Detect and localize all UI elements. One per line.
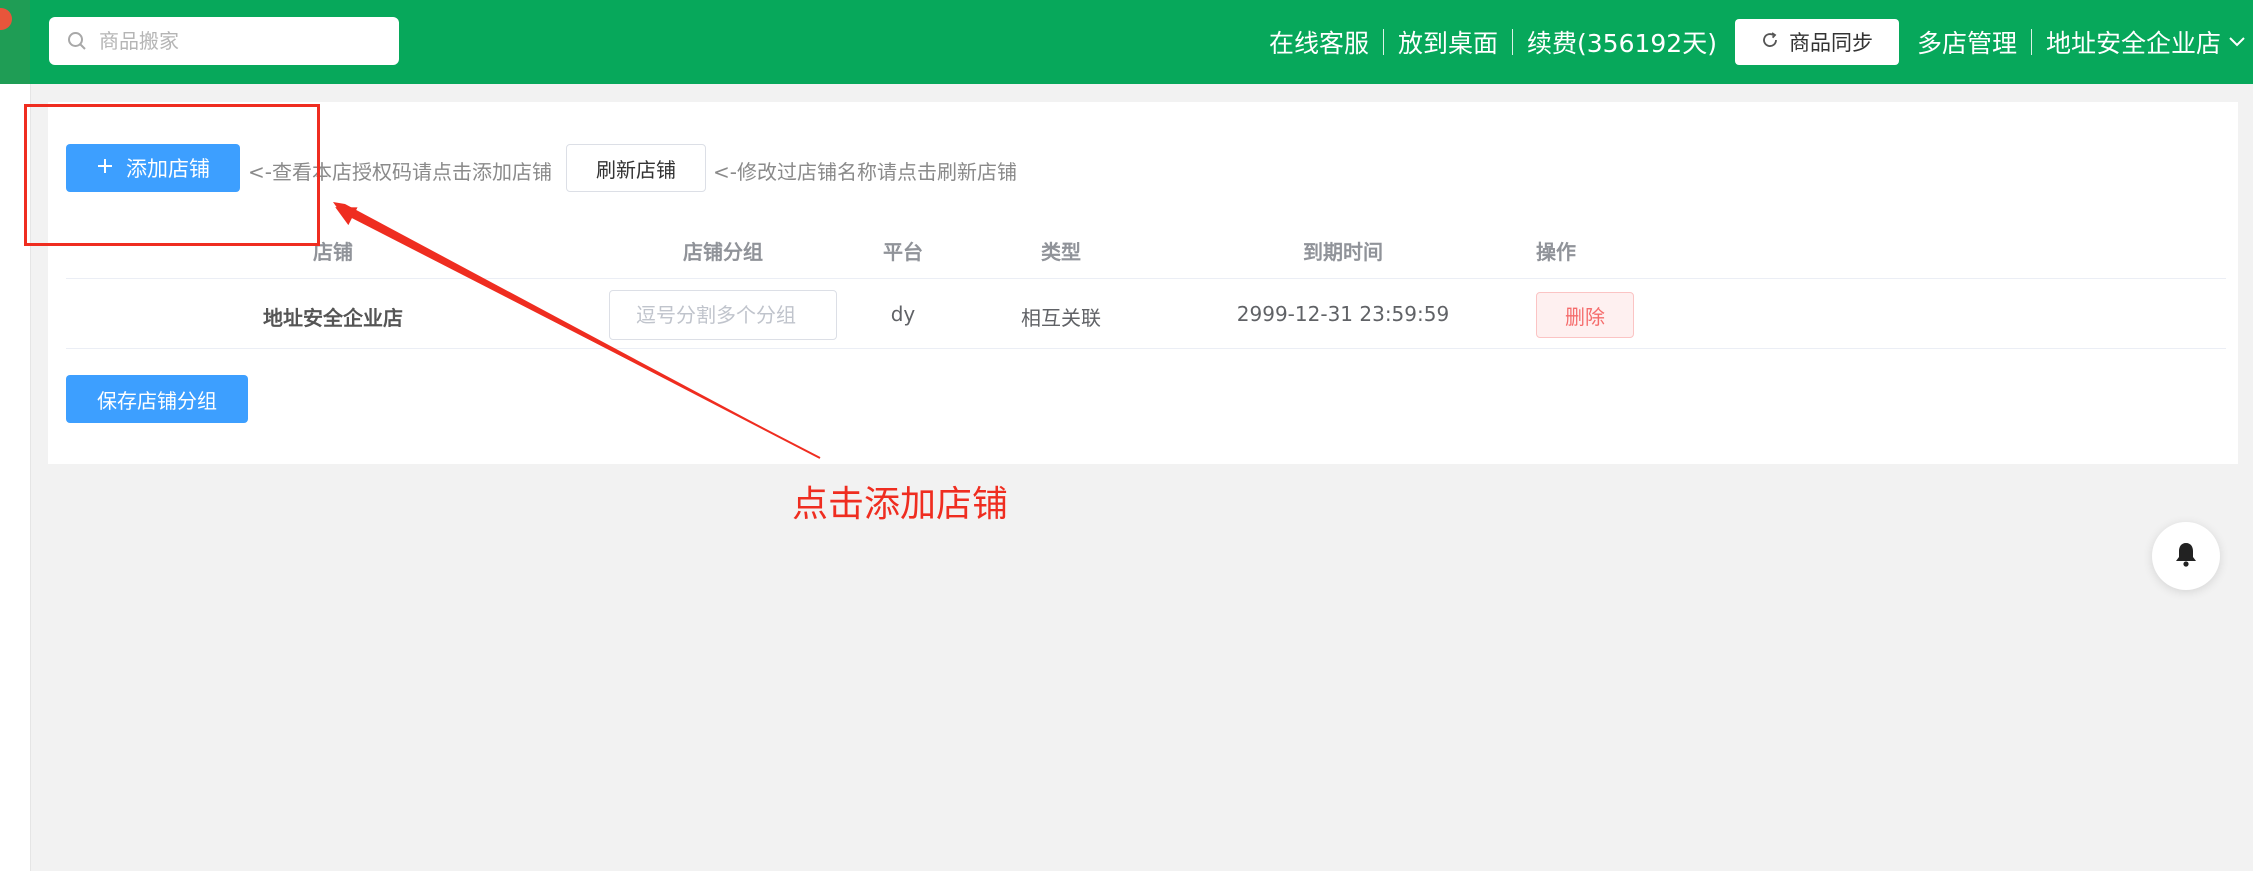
delete-button[interactable]: 删除 (1536, 292, 1634, 338)
renew-link[interactable]: 续费(356192天) (1527, 24, 1717, 60)
column-header-group: 店铺分组 (683, 240, 763, 264)
top-header: 在线客服 放到桌面 续费(356192天) 商品同步 多店管理 地址安全企业店 (30, 0, 2253, 84)
search-box[interactable] (49, 17, 399, 65)
bell-icon (2174, 541, 2198, 571)
refresh-icon (1761, 30, 1779, 54)
store-group-input[interactable] (609, 290, 837, 340)
expiry-cell: 2999-12-31 23:59:59 (1236, 302, 1450, 326)
multi-store-link[interactable]: 多店管理 (1917, 24, 2017, 60)
refresh-store-button[interactable]: 刷新店铺 (566, 144, 706, 192)
annotation-text: 点击添加店铺 (792, 484, 1009, 525)
store-panel: 添加店铺 <-查看本店授权码请点击添加店铺 刷新店铺 <-修改过店铺名称请点击刷… (48, 102, 2238, 464)
search-icon (67, 31, 87, 51)
add-to-desktop-link[interactable]: 放到桌面 (1398, 24, 1498, 60)
type-cell: 相互关联 (1021, 306, 1101, 330)
annotation-highlight-box (24, 104, 320, 246)
table-divider (66, 348, 2226, 349)
column-header-platform: 平台 (883, 240, 923, 264)
header-links: 在线客服 放到桌面 续费(356192天) 商品同步 多店管理 地址安全企业店 (1269, 0, 2253, 84)
product-sync-button[interactable]: 商品同步 (1734, 19, 1899, 65)
current-store-menu[interactable]: 地址安全企业店 (2046, 24, 2221, 60)
refresh-store-hint: <-修改过店铺名称请点击刷新店铺 (713, 160, 1017, 184)
notification-bell[interactable] (2152, 522, 2220, 590)
search-input[interactable] (97, 17, 391, 65)
column-header-expiry: 到期时间 (1303, 240, 1383, 264)
online-support-link[interactable]: 在线客服 (1269, 24, 1369, 60)
column-header-type: 类型 (1041, 240, 1081, 264)
product-sync-label: 商品同步 (1788, 31, 1873, 55)
table-divider (66, 278, 2226, 279)
divider (1383, 29, 1384, 55)
divider (2030, 29, 2032, 55)
divider (1512, 29, 1514, 55)
platform-cell: dy (890, 302, 916, 326)
save-store-group-button[interactable]: 保存店铺分组 (66, 375, 248, 423)
chevron-down-icon[interactable] (2227, 33, 2247, 52)
store-name-cell: 地址安全企业店 (263, 306, 403, 330)
column-header-action: 操作 (1536, 240, 1576, 264)
